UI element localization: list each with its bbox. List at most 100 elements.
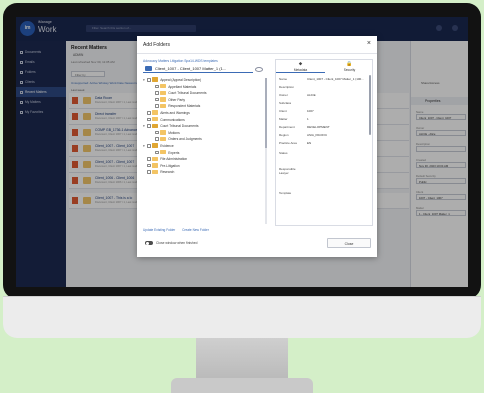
tree-item[interactable]: File Administration <box>143 156 187 162</box>
metadata-value: ASIA_PACIFIC <box>307 134 328 137</box>
metadata-row: Subclass <box>279 100 367 108</box>
divider <box>137 53 377 54</box>
close-when-finished-toggle[interactable] <box>145 241 153 246</box>
folder-icon <box>152 143 159 148</box>
folder-icon <box>160 150 167 155</box>
tree-item[interactable]: Research <box>143 169 174 175</box>
update-existing-folder-link[interactable]: Update Existing Folder <box>143 228 175 232</box>
checkbox[interactable] <box>147 143 151 148</box>
folder-icon <box>152 77 159 82</box>
folder-icon <box>160 97 167 102</box>
metadata-row: Status <box>279 150 367 166</box>
close-button[interactable]: Close <box>327 238 371 248</box>
tab-label: Security <box>343 68 356 72</box>
metadata-value: Client_1007 - Client_1007 Matter_1 (100.… <box>307 78 364 81</box>
metadata-key: Client <box>279 109 287 113</box>
tree-item-label: Respondent Materials <box>168 104 201 109</box>
metadata-key: Template <box>279 191 292 195</box>
selected-matter[interactable]: Client_1007 - Client_1007 Matter_1 (1... <box>143 64 253 73</box>
metadata-panel: ⬥ Metadata 🔒 Security Name Client_1007 - Cl… <box>275 59 373 226</box>
metadata-key: Department <box>279 125 295 129</box>
dialog-title: Add Folders <box>143 42 170 48</box>
create-new-folder-link[interactable]: Create New Folder <box>182 228 209 232</box>
tree-item[interactable]: ▾ Appeal (Appeal Description) <box>143 77 201 83</box>
tree-item[interactable]: ▾ Court Tribunal Documents <box>143 123 199 129</box>
metadata-row: Name Client_1007 - Client_1007 Matter_1 (… <box>279 76 367 84</box>
metadata-value: 1 <box>307 118 309 121</box>
tree-item[interactable]: Alerts and Warnings <box>143 110 190 116</box>
tab-label: Metadata <box>293 68 308 72</box>
tree-item-label: Pre-Litigation <box>160 163 180 168</box>
checkbox[interactable] <box>147 163 151 168</box>
metadata-key: Status <box>279 151 288 155</box>
metadata-key: Responsible Lawyer <box>279 167 296 175</box>
tree-item[interactable]: Appellant Materials <box>151 84 196 90</box>
folder-icon <box>152 163 159 168</box>
tab-security[interactable]: 🔒 Security <box>325 60 374 73</box>
folder-actions: Update Existing Folder Create New Folder <box>143 228 215 232</box>
matter-icon <box>145 66 152 71</box>
metadata-value: EN <box>307 142 312 145</box>
tree-item[interactable]: Experts <box>151 150 179 156</box>
metadata-value: ALICE <box>307 94 316 97</box>
folder-icon <box>160 136 167 142</box>
metadata-value: 1007 <box>307 110 314 113</box>
tree-item[interactable]: Communications <box>143 117 185 123</box>
tree-scrollbar[interactable] <box>265 78 267 224</box>
tree-item[interactable]: Orders and Judgments <box>151 136 202 142</box>
tree-item[interactable]: Other Party <box>151 97 185 103</box>
checkbox[interactable] <box>155 104 159 108</box>
metadata-row: Department DEVELOPMENT <box>279 124 367 132</box>
metadata-key: Name <box>279 77 288 81</box>
tree-item[interactable]: Court Tribunal Documents <box>151 90 207 96</box>
metadata-key: Matter <box>279 117 288 121</box>
tree-item[interactable]: Respondent Materials <box>151 103 200 109</box>
folder-icon <box>152 156 159 161</box>
tab-metadata[interactable]: ⬥ Metadata <box>276 60 325 73</box>
checkbox[interactable] <box>155 97 159 102</box>
tree-item-label: Communications <box>160 117 185 122</box>
checkbox[interactable] <box>155 150 159 155</box>
checkbox[interactable] <box>147 117 151 122</box>
selected-matter-label: Client_1007 - Client_1007 Matter_1 (1... <box>155 66 227 71</box>
tree-item-label: Court Tribunal Documents <box>168 91 207 96</box>
folder-icon <box>160 84 167 89</box>
checkbox[interactable] <box>147 124 151 128</box>
tree-item-label: Court Tribunal Documents <box>160 124 199 129</box>
checkbox[interactable] <box>155 137 159 141</box>
toggle-label: Close window when finished <box>156 241 198 245</box>
scrollbar-thumb[interactable] <box>265 78 267 148</box>
metadata-row: Matter 1 <box>279 116 367 124</box>
metadata-row: Owner ALICE <box>279 92 367 100</box>
checkbox[interactable] <box>155 130 159 135</box>
tag-icon: ⬥ <box>298 61 303 67</box>
monitor-stand-base <box>171 378 313 393</box>
checkbox[interactable] <box>147 157 151 161</box>
close-icon[interactable]: × <box>367 40 371 47</box>
folder-icon <box>160 103 167 109</box>
tree-item[interactable]: Motions <box>151 130 180 136</box>
folder-icon <box>160 130 167 135</box>
metadata-key: Owner <box>279 93 288 97</box>
checkbox[interactable] <box>155 91 159 95</box>
metadata-row: Client 1007 <box>279 108 367 116</box>
metadata-scrollbar[interactable] <box>369 75 371 135</box>
metadata-row: Description <box>279 84 367 92</box>
monitor-chin <box>3 296 481 338</box>
tree-item[interactable]: ▾ Evidence <box>143 143 174 149</box>
metadata-key: Practice Area <box>279 141 297 145</box>
checkbox[interactable] <box>155 84 159 89</box>
eye-icon[interactable] <box>255 67 263 72</box>
tree-item-label: Research <box>160 170 175 175</box>
tree-item-label: Orders and Judgments <box>168 137 202 142</box>
tree-item[interactable]: Pre-Litigation <box>143 163 180 169</box>
folder-tree: ▾ Appeal (Appeal Description) Appellant M… <box>143 77 271 225</box>
tree-item-label: Alerts and Warnings <box>160 111 190 115</box>
checkbox[interactable] <box>147 170 151 174</box>
breadcrumb[interactable]: Advocacy Matters Litigation Spa14-WDS te… <box>143 59 218 63</box>
checkbox[interactable] <box>147 110 151 115</box>
checkbox[interactable] <box>147 77 151 82</box>
folder-icon <box>152 110 159 115</box>
folder-icon <box>152 169 159 175</box>
tree-item-label: Appellant Materials <box>168 84 197 89</box>
